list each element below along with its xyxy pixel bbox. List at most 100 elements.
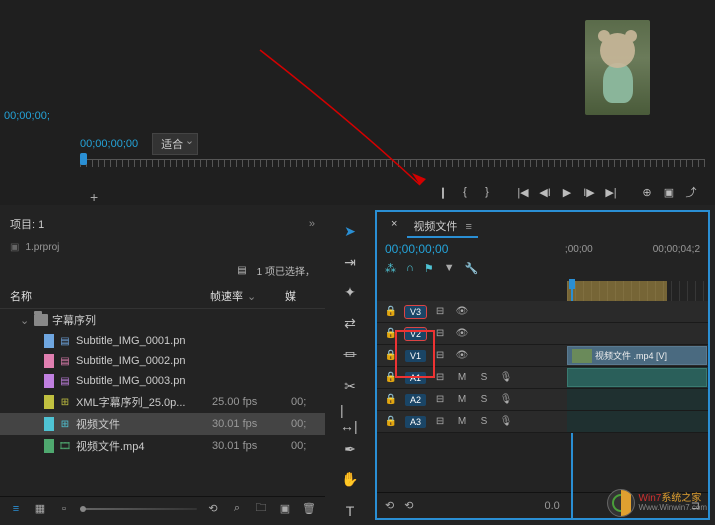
lock-icon[interactable]: 🔒 bbox=[383, 370, 399, 386]
mute-button[interactable]: M bbox=[454, 370, 470, 386]
linked-selection-button[interactable]: ∩ bbox=[406, 262, 414, 275]
icon-view-button[interactable]: ▦ bbox=[32, 501, 48, 517]
sync-lock-icon[interactable]: ⊟ bbox=[432, 414, 448, 430]
col-name[interactable]: 名称 bbox=[10, 288, 210, 304]
track-body[interactable]: 视频文件 .mp4 [V] bbox=[567, 345, 708, 367]
rolling-edit-tool[interactable]: ⇄ bbox=[340, 314, 360, 333]
step-back-button[interactable]: ◀I bbox=[536, 183, 554, 201]
project-item[interactable]: ⊞ 视频文件 30.01 fps 00; bbox=[0, 413, 325, 435]
automate-button[interactable]: ⟲ bbox=[205, 501, 221, 517]
toggle-track-output[interactable]: ⟲ bbox=[404, 499, 413, 512]
razor-tool[interactable]: ✂ bbox=[340, 377, 360, 396]
panel-menu-icon[interactable]: » bbox=[309, 218, 315, 230]
hand-tool[interactable]: ✋ bbox=[340, 471, 360, 490]
solo-button[interactable]: S bbox=[476, 414, 492, 430]
ripple-edit-tool[interactable]: ✦ bbox=[340, 284, 360, 303]
solo-button[interactable]: S bbox=[476, 392, 492, 408]
timeline-tab[interactable]: 视频文件≡ bbox=[407, 216, 477, 238]
settings-icon[interactable]: ▼ bbox=[444, 262, 455, 275]
solo-button[interactable]: S bbox=[476, 370, 492, 386]
track-label[interactable]: A3 bbox=[405, 416, 426, 428]
overwrite-button[interactable]: ▣ bbox=[660, 183, 678, 201]
step-forward-button[interactable]: I▶ bbox=[580, 183, 598, 201]
timeline-playhead[interactable] bbox=[567, 279, 577, 299]
monitor-playhead[interactable] bbox=[80, 153, 87, 165]
toggle-output[interactable]: 👁 bbox=[454, 326, 470, 342]
rate-stretch-tool[interactable]: ⏛ bbox=[340, 345, 360, 365]
selection-tool[interactable]: ➤ bbox=[340, 222, 360, 241]
track-label[interactable]: V1 bbox=[405, 350, 426, 362]
insert-button[interactable]: ⊕ bbox=[638, 183, 656, 201]
lock-icon[interactable]: 🔒 bbox=[383, 348, 399, 364]
find-button[interactable]: ⌕ bbox=[229, 501, 245, 517]
type-tool[interactable]: T bbox=[340, 501, 360, 520]
track-body[interactable] bbox=[567, 389, 708, 411]
delete-button[interactable]: 🗑 bbox=[301, 501, 317, 517]
list-view-button[interactable]: ≡ bbox=[8, 501, 24, 517]
sync-lock-icon[interactable]: ⊟ bbox=[432, 326, 448, 342]
track-body[interactable] bbox=[567, 323, 708, 345]
add-marker-button[interactable]: + bbox=[90, 189, 98, 205]
project-item[interactable]: ▤ Subtitle_IMG_0001.pn bbox=[0, 331, 325, 351]
video-clip[interactable]: 视频文件 .mp4 [V] bbox=[567, 346, 707, 365]
play-button[interactable]: ▶ bbox=[558, 183, 576, 201]
mute-button[interactable]: M bbox=[454, 414, 470, 430]
mute-button[interactable]: M bbox=[454, 392, 470, 408]
col-fps[interactable]: 帧速率 ⌄ bbox=[210, 288, 285, 304]
toggle-sync-lock[interactable]: ⟲ bbox=[385, 499, 394, 512]
project-item[interactable]: 🎞 视频文件.mp4 30.01 fps 00; bbox=[0, 435, 325, 457]
bin-folder-row[interactable]: ⌄ 字幕序列 bbox=[0, 309, 325, 331]
marker-button[interactable]: ⚑ bbox=[424, 262, 434, 275]
track-label[interactable]: V3 bbox=[405, 306, 426, 318]
sync-lock-icon[interactable]: ⊟ bbox=[432, 304, 448, 320]
sync-lock-icon[interactable]: ⊟ bbox=[432, 348, 448, 364]
goto-out-button[interactable]: ▶| bbox=[602, 183, 620, 201]
toggle-output[interactable]: 👁 bbox=[454, 348, 470, 364]
track-body[interactable] bbox=[567, 367, 708, 389]
lock-icon[interactable]: 🔒 bbox=[383, 392, 399, 408]
lock-icon[interactable]: 🔒 bbox=[383, 326, 399, 342]
audio-clip[interactable] bbox=[567, 368, 707, 387]
voice-icon[interactable]: 🎙 bbox=[498, 370, 514, 386]
slip-tool[interactable]: |↔| bbox=[340, 408, 360, 428]
track-label[interactable]: A1 bbox=[405, 372, 426, 384]
timeline-timecode[interactable]: 00;00;00;00 bbox=[385, 242, 448, 256]
toggle-output[interactable]: 👁 bbox=[454, 304, 470, 320]
voice-icon[interactable]: 🎙 bbox=[498, 392, 514, 408]
expand-icon[interactable]: ⌄ bbox=[20, 314, 30, 327]
monitor-timecode[interactable]: 00;00;00;00 bbox=[80, 138, 138, 150]
col-media[interactable]: 媒 bbox=[285, 288, 315, 304]
voice-icon[interactable]: 🎙 bbox=[498, 414, 514, 430]
sync-lock-icon[interactable]: ⊟ bbox=[432, 370, 448, 386]
tab-close-button[interactable]: × bbox=[385, 216, 403, 238]
project-item[interactable]: ⊞ XML字幕序列_25.0p... 25.00 fps 00; bbox=[0, 391, 325, 413]
project-item[interactable]: ▤ Subtitle_IMG_0003.pn bbox=[0, 371, 325, 391]
goto-in-button[interactable]: |◀ bbox=[514, 183, 532, 201]
mark-in-button[interactable]: { bbox=[456, 183, 474, 201]
track-body[interactable] bbox=[567, 411, 708, 433]
track-label[interactable]: A2 bbox=[405, 394, 426, 406]
lock-icon[interactable]: 🔒 bbox=[383, 304, 399, 320]
wrench-icon[interactable]: 🔧 bbox=[465, 262, 479, 275]
track-body[interactable] bbox=[567, 301, 708, 323]
mark-in-out-icon[interactable]: ❙ bbox=[434, 183, 452, 201]
sync-lock-icon[interactable]: ⊟ bbox=[432, 392, 448, 408]
item-media: 00; bbox=[291, 396, 321, 408]
pen-tool[interactable]: ✒ bbox=[340, 440, 360, 459]
filter-icon[interactable]: ▤ bbox=[237, 265, 246, 276]
snap-button[interactable]: ⁂ bbox=[385, 262, 396, 275]
mark-out-button[interactable]: } bbox=[478, 183, 496, 201]
monitor-ruler[interactable] bbox=[80, 159, 705, 175]
lock-icon[interactable]: 🔒 bbox=[383, 414, 399, 430]
track-select-tool[interactable]: ⇥ bbox=[340, 253, 360, 272]
zoom-fit-dropdown[interactable]: 适合 bbox=[152, 133, 198, 155]
project-item[interactable]: ▤ Subtitle_IMG_0002.pn bbox=[0, 351, 325, 371]
timeline-ruler[interactable] bbox=[567, 281, 708, 301]
new-item-button[interactable]: ▣ bbox=[277, 501, 293, 517]
export-frame-button[interactable]: ⤴ bbox=[682, 183, 700, 201]
track-label[interactable]: V2 bbox=[405, 328, 426, 340]
freeform-view-button[interactable]: ▫ bbox=[56, 501, 72, 517]
work-area-bar[interactable] bbox=[567, 281, 667, 301]
new-bin-button[interactable]: 🗀 bbox=[253, 501, 269, 517]
clip-type-icon: ⊞ bbox=[58, 418, 72, 430]
